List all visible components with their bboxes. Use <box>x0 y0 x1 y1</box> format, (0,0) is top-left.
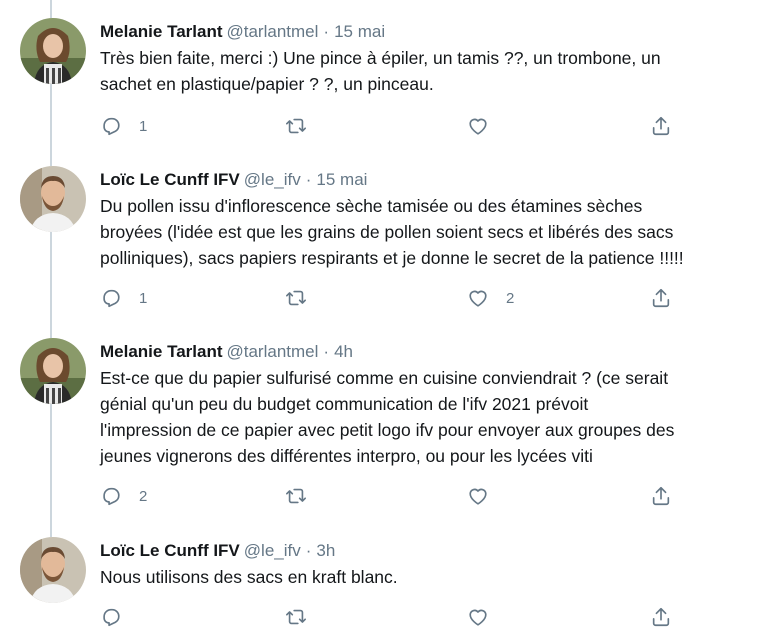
reply-button[interactable] <box>100 604 139 630</box>
reply-button[interactable]: 2 <box>100 483 147 509</box>
retweet-icon <box>286 609 306 625</box>
tweet-actions: 1 2 <box>100 285 680 311</box>
reply-icon <box>103 608 120 627</box>
tweet-header: Melanie Tarlant @tarlantmel · 4h <box>100 340 353 364</box>
like-count: 2 <box>506 289 515 307</box>
reply-count: 1 <box>139 289 148 307</box>
author-handle[interactable]: @tarlantmel <box>227 22 319 41</box>
reply-count: 2 <box>139 487 148 505</box>
reply-button[interactable]: 1 <box>100 285 147 311</box>
timestamp[interactable]: 3h <box>316 541 335 560</box>
tweet-actions <box>100 604 680 630</box>
author-name[interactable]: Melanie Tarlant <box>100 22 223 41</box>
avatar[interactable] <box>20 166 86 232</box>
like-button[interactable] <box>467 113 506 139</box>
reply-button[interactable]: 1 <box>100 113 147 139</box>
author-handle[interactable]: @le_ifv <box>244 541 301 560</box>
separator: · <box>323 22 330 41</box>
timestamp[interactable]: 15 mai <box>334 22 385 41</box>
avatar[interactable] <box>20 18 86 84</box>
author-name[interactable]: Melanie Tarlant <box>100 342 223 361</box>
tweet-actions: 1 <box>100 113 680 139</box>
separator: · <box>323 342 330 361</box>
author-handle[interactable]: @le_ifv <box>244 170 301 189</box>
author-name[interactable]: Loïc Le Cunff IFV <box>100 541 240 560</box>
tweet-header: Loïc Le Cunff IFV @le_ifv · 15 mai <box>100 168 367 192</box>
author-handle[interactable]: @tarlantmel <box>227 342 319 361</box>
reply-icon <box>103 289 120 308</box>
share-icon <box>652 607 670 627</box>
like-icon <box>469 118 487 135</box>
tweet[interactable]: Melanie Tarlant @tarlantmel · 4h Est-ce que… <box>0 338 770 520</box>
retweet-button[interactable] <box>285 285 324 311</box>
loic-avatar <box>20 166 86 232</box>
retweet-icon <box>286 290 306 306</box>
reply-count: 1 <box>139 117 148 135</box>
like-icon <box>469 290 487 307</box>
melanie-avatar <box>20 338 86 404</box>
share-icon <box>652 288 670 308</box>
tweet-header: Melanie Tarlant @tarlantmel · 15 mai <box>100 20 385 44</box>
timestamp[interactable]: 15 mai <box>316 170 367 189</box>
like-button[interactable] <box>467 604 506 630</box>
like-button[interactable]: 2 <box>467 285 514 311</box>
tweet-text: Est-ce que du papier sulfurisé comme en … <box>100 368 675 466</box>
retweet-button[interactable] <box>285 604 324 630</box>
share-button[interactable] <box>650 604 672 630</box>
like-button[interactable] <box>467 483 506 509</box>
melanie-avatar <box>20 18 86 84</box>
retweet-icon <box>286 488 306 504</box>
tweet[interactable]: Melanie Tarlant @tarlantmel · 15 mai Très b… <box>0 18 770 150</box>
retweet-button[interactable] <box>285 483 324 509</box>
thread-line <box>50 0 52 18</box>
tweet-text: Très bien faite, merci :) Une pince à ép… <box>100 48 661 94</box>
share-icon <box>652 486 670 506</box>
avatar[interactable] <box>20 338 86 404</box>
tweet-actions: 2 <box>100 483 680 509</box>
avatar[interactable] <box>20 537 86 603</box>
share-button[interactable] <box>650 483 672 509</box>
like-icon <box>469 609 487 626</box>
like-icon <box>469 488 487 505</box>
tweet[interactable]: Loïc Le Cunff IFV @le_ifv · 3h Nous utiliso… <box>0 537 770 639</box>
share-button[interactable] <box>650 285 672 311</box>
tweet[interactable]: Loïc Le Cunff IFV @le_ifv · 15 mai Du polle… <box>0 166 770 318</box>
share-icon <box>652 116 670 136</box>
reply-icon <box>103 487 120 506</box>
separator: · <box>305 170 312 189</box>
retweet-icon <box>286 118 306 134</box>
retweet-button[interactable] <box>285 113 324 139</box>
separator: · <box>305 541 312 560</box>
timestamp[interactable]: 4h <box>334 342 353 361</box>
share-button[interactable] <box>650 113 672 139</box>
loic-avatar <box>20 537 86 603</box>
author-name[interactable]: Loïc Le Cunff IFV <box>100 170 240 189</box>
tweet-text: Du pollen issu d'inflorescence sèche tam… <box>100 196 684 268</box>
tweet-header: Loïc Le Cunff IFV @le_ifv · 3h <box>100 539 335 563</box>
reply-icon <box>103 117 120 136</box>
tweet-text: Nous utilisons des sacs en kraft blanc. <box>100 567 398 587</box>
